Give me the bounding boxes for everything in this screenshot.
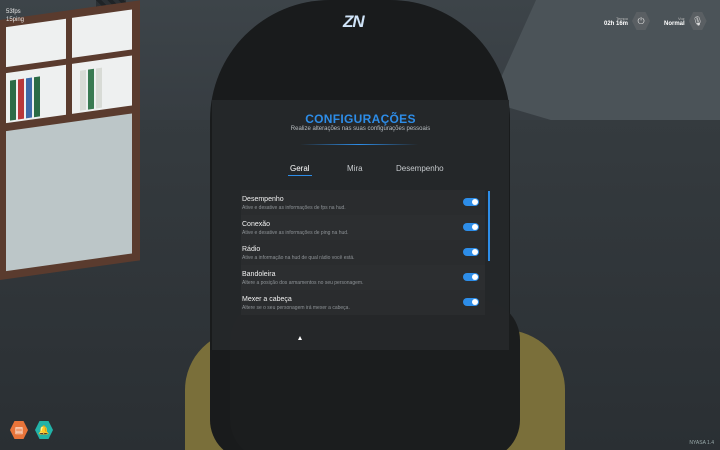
panel-subtitle: Realize alterações nas suas configuraçõe… bbox=[290, 126, 431, 132]
voice-value: Normal bbox=[664, 20, 685, 27]
toggle-bandoleira[interactable] bbox=[463, 273, 479, 281]
time-value: 02h 16m bbox=[604, 20, 629, 27]
time-stat: Tempo 02h 16m ⏻ bbox=[604, 12, 651, 30]
toggle-knob bbox=[472, 299, 478, 305]
tab-desempenho[interactable]: Desempenho bbox=[396, 164, 444, 173]
toggle-knob bbox=[472, 199, 478, 205]
tab-geral[interactable]: Geral bbox=[288, 164, 312, 176]
fps-value: 53fps bbox=[6, 9, 21, 15]
setting-description: Ative e desative as informações de fps n… bbox=[242, 205, 346, 211]
setting-description: Ative a informação na hud de qual rádio … bbox=[242, 255, 355, 261]
setting-row-mexer-cabeca: Mexer a cabeça Altere se o seu personage… bbox=[241, 290, 485, 315]
toggle-radio[interactable] bbox=[463, 248, 479, 256]
toggle-mexer-cabeca[interactable] bbox=[463, 298, 479, 306]
settings-panel: CONFIGURAÇÕES Realize alterações nas sua… bbox=[212, 100, 509, 350]
power-icon: ⏻ bbox=[632, 12, 651, 30]
voice-stat: Voz Normal 🎙 bbox=[664, 12, 707, 30]
setting-row-conexao: Conexão Ative e desative as informações … bbox=[241, 215, 485, 240]
setting-description: Altere a posição dos armamentos no seu p… bbox=[242, 280, 364, 286]
toggle-knob bbox=[472, 249, 478, 255]
setting-label: Conexão bbox=[242, 221, 271, 228]
toggle-knob bbox=[472, 274, 478, 280]
settings-list: Desempenho Ative e desative as informaçõ… bbox=[241, 190, 485, 315]
setting-row-bandoleira: Bandoleira Altere a posição dos armament… bbox=[241, 265, 485, 290]
toggle-conexao[interactable] bbox=[463, 223, 479, 231]
setting-row-radio: Rádio Ative a informação na hud de qual … bbox=[241, 240, 485, 265]
fps-readout: 53fps 15ping bbox=[6, 8, 24, 24]
setting-label: Mexer a cabeça bbox=[242, 296, 292, 303]
setting-row-desempenho: Desempenho Ative e desative as informaçõ… bbox=[241, 190, 485, 215]
bookshelf bbox=[0, 0, 140, 281]
mouse-cursor-icon bbox=[298, 336, 302, 340]
server-logo: ZN bbox=[343, 12, 365, 31]
setting-description: Altere se o seu personagem irá mexer a c… bbox=[242, 305, 350, 311]
setting-label: Bandoleira bbox=[242, 271, 276, 278]
setting-label: Rádio bbox=[242, 246, 261, 253]
setting-label: Desempenho bbox=[242, 196, 284, 203]
toggle-desempenho[interactable] bbox=[463, 198, 479, 206]
version-label: NYASA 1.4 bbox=[689, 440, 714, 446]
panel-title: CONFIGURAÇÕES bbox=[305, 112, 416, 126]
tab-mira[interactable]: Mira bbox=[347, 164, 363, 173]
toggle-knob bbox=[472, 224, 478, 230]
ping-value: 15ping bbox=[6, 17, 25, 23]
setting-description: Ative e desative as informações de ping … bbox=[242, 230, 349, 236]
list-scrollbar[interactable] bbox=[488, 191, 490, 261]
microphone-icon: 🎙 bbox=[688, 12, 707, 30]
title-underline bbox=[300, 144, 418, 145]
